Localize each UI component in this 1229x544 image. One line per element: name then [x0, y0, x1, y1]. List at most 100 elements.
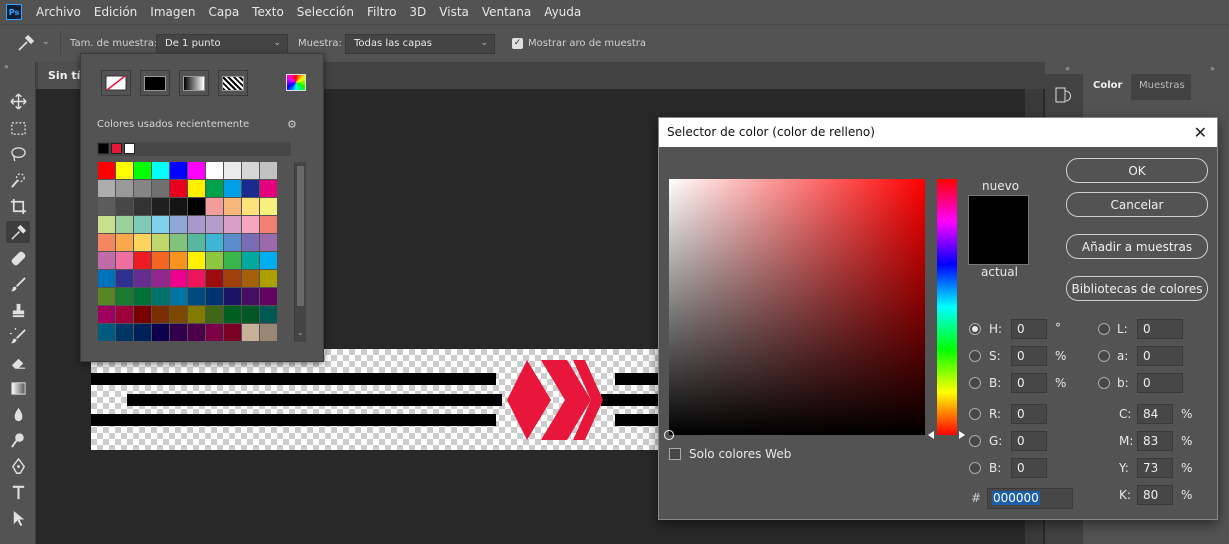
swatch-cell[interactable] — [242, 270, 259, 287]
s-input[interactable]: 0 — [1011, 346, 1047, 366]
close-icon[interactable]: ✕ — [1194, 123, 1207, 142]
swatch-cell[interactable] — [170, 216, 187, 233]
swatch-cell[interactable] — [206, 306, 223, 323]
solid-color-swatch[interactable] — [140, 70, 170, 96]
swatch-cell[interactable] — [260, 216, 277, 233]
hex-input[interactable]: 000000 — [987, 488, 1073, 509]
hue-slider[interactable] — [937, 179, 957, 435]
swatch-cell[interactable] — [260, 324, 277, 341]
dodge-tool[interactable] — [6, 429, 30, 451]
recent-swatch[interactable] — [111, 143, 122, 154]
swatch-cell[interactable] — [242, 180, 259, 197]
swatch-cell[interactable] — [206, 180, 223, 197]
swatch-cell[interactable] — [98, 252, 115, 269]
swatch-cell[interactable] — [116, 216, 133, 233]
menu-ayuda[interactable]: Ayuda — [544, 5, 581, 19]
gradient-tool[interactable] — [6, 377, 30, 399]
swatch-cell[interactable] — [242, 324, 259, 341]
radio-s[interactable] — [969, 350, 981, 362]
swatch-cell[interactable] — [116, 162, 133, 179]
swatch-cell[interactable] — [98, 180, 115, 197]
swatch-cell[interactable] — [116, 306, 133, 323]
swatch-cell[interactable] — [116, 324, 133, 341]
menu-filtro[interactable]: Filtro — [367, 5, 396, 19]
swatch-cell[interactable] — [152, 216, 169, 233]
swatch-cell[interactable] — [116, 180, 133, 197]
swatch-cell[interactable] — [188, 324, 205, 341]
hue-marker-right-icon[interactable] — [959, 431, 965, 439]
swatch-cell[interactable] — [152, 288, 169, 305]
swatch-cell[interactable] — [224, 234, 241, 251]
sample-size-select[interactable]: De 1 punto ⌄ — [156, 34, 288, 54]
menu-imagen[interactable]: Imagen — [150, 5, 195, 19]
menu-vista[interactable]: Vista — [439, 5, 469, 19]
dialog-title-bar[interactable]: Selector de color (color de relleno) ✕ — [659, 118, 1217, 147]
swatch-cell[interactable] — [152, 306, 169, 323]
radio-l[interactable] — [1098, 323, 1110, 335]
swatch-cell[interactable] — [188, 288, 205, 305]
ok-button[interactable]: OK — [1066, 158, 1208, 183]
history-brush-tool[interactable] — [6, 325, 30, 347]
menu-texto[interactable]: Texto — [252, 5, 284, 19]
swatch-cell[interactable] — [206, 252, 223, 269]
swatch-cell[interactable] — [152, 162, 169, 179]
tab-color[interactable]: Color — [1085, 74, 1129, 100]
swatch-cell[interactable] — [224, 306, 241, 323]
swatch-cell[interactable] — [206, 324, 223, 341]
swatch-cell[interactable] — [116, 270, 133, 287]
document-tab[interactable]: Sin títu — [38, 62, 82, 89]
swatch-cell[interactable] — [98, 324, 115, 341]
radio-r[interactable] — [969, 408, 981, 420]
swatch-cell[interactable] — [224, 324, 241, 341]
web-colors-checkbox[interactable] — [669, 448, 681, 460]
blue-input[interactable]: 0 — [1011, 458, 1047, 478]
r-input[interactable]: 0 — [1011, 404, 1047, 424]
a-input[interactable]: 0 — [1137, 346, 1183, 366]
swatch-cell[interactable] — [116, 234, 133, 251]
swatch-cell[interactable] — [188, 216, 205, 233]
move-tool[interactable] — [6, 90, 30, 112]
swatch-cell[interactable] — [188, 270, 205, 287]
g-input[interactable]: 0 — [1011, 431, 1047, 451]
swatch-cell[interactable] — [170, 180, 187, 197]
swatch-cell[interactable] — [134, 198, 151, 215]
swatch-cell[interactable] — [170, 324, 187, 341]
gradient-swatch[interactable] — [179, 70, 209, 96]
image-canvas[interactable] — [91, 349, 658, 450]
pen-tool[interactable] — [6, 455, 30, 477]
collapse-icon[interactable]: » — [4, 62, 9, 71]
no-color-swatch[interactable] — [101, 70, 131, 96]
radio-blue[interactable] — [969, 462, 981, 474]
swatch-cell[interactable] — [152, 198, 169, 215]
swatch-cell[interactable] — [170, 162, 187, 179]
swatch-cell[interactable] — [188, 234, 205, 251]
color-libraries-button[interactable]: Bibliotecas de colores — [1066, 276, 1208, 301]
recent-swatch[interactable] — [98, 143, 109, 154]
swatch-cell[interactable] — [116, 288, 133, 305]
swatch-cell[interactable] — [98, 306, 115, 323]
h-input[interactable]: 0 — [1011, 319, 1047, 339]
swatch-scrollbar[interactable]: ⌄ — [294, 162, 306, 342]
swatch-cell[interactable] — [152, 324, 169, 341]
radio-g[interactable] — [969, 435, 981, 447]
color-picker-icon[interactable] — [286, 74, 306, 91]
swatch-cell[interactable] — [224, 180, 241, 197]
swatch-cell[interactable] — [242, 216, 259, 233]
swatch-cell[interactable] — [242, 288, 259, 305]
swatch-cell[interactable] — [170, 252, 187, 269]
swatch-cell[interactable] — [206, 162, 223, 179]
gear-icon[interactable]: ⚙ — [287, 118, 297, 131]
radio-lab-b[interactable] — [1098, 377, 1110, 389]
brightness-input[interactable]: 0 — [1011, 373, 1047, 393]
swatch-cell[interactable] — [188, 180, 205, 197]
swatch-cell[interactable] — [260, 198, 277, 215]
swatch-cell[interactable] — [134, 288, 151, 305]
c-input[interactable]: 84 — [1137, 404, 1173, 424]
swatch-cell[interactable] — [224, 270, 241, 287]
show-ring-checkbox[interactable]: ✓ — [512, 38, 523, 49]
cancel-button[interactable]: Cancelar — [1066, 192, 1208, 217]
radio-h[interactable] — [969, 323, 981, 335]
swatch-cell[interactable] — [206, 234, 223, 251]
hue-marker-left-icon[interactable] — [928, 431, 934, 439]
swatch-cell[interactable] — [170, 234, 187, 251]
